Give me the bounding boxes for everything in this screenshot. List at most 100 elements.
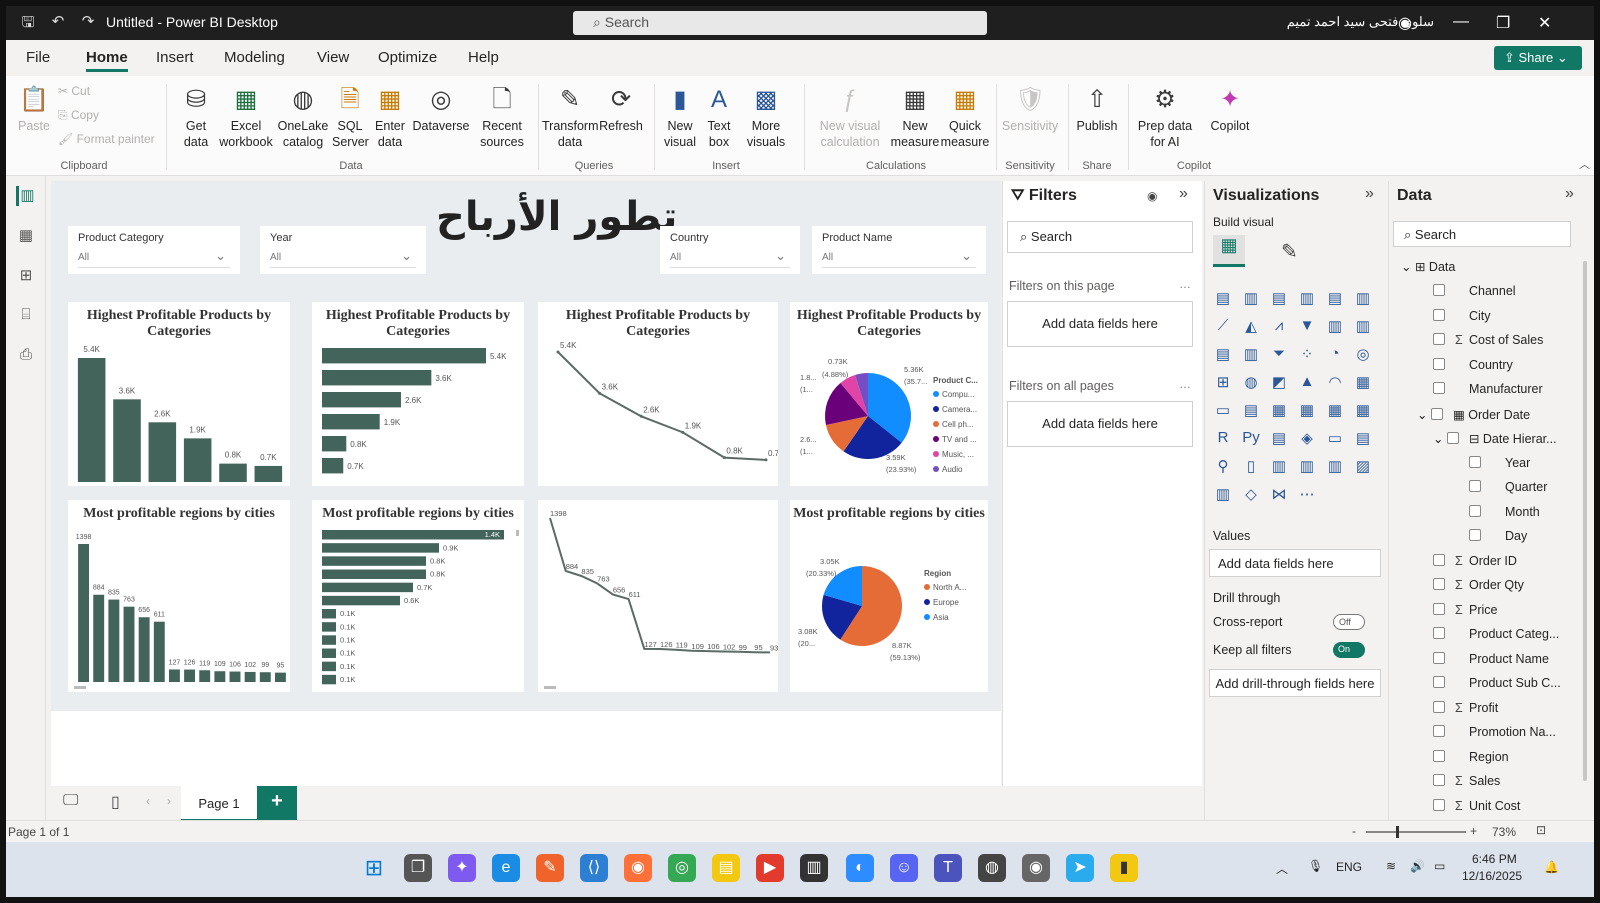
data-field[interactable]: Promotion Na...: [1433, 725, 1556, 739]
dax-query-icon[interactable]: ⌸: [16, 306, 36, 326]
get-data-button[interactable]: ⛁ Get data: [178, 84, 214, 150]
maximize-icon[interactable]: ❐: [1496, 13, 1510, 33]
menu-modeling[interactable]: Modeling: [224, 49, 285, 66]
data-field[interactable]: Region: [1433, 749, 1509, 764]
visual-type-icon[interactable]: ◩: [1269, 373, 1289, 393]
mobile-layout-icon[interactable]: ▯: [111, 792, 120, 812]
visual-type-icon[interactable]: ▤: [1325, 289, 1345, 309]
enter-data-button[interactable]: ▦ Enter data: [372, 84, 408, 150]
close-icon[interactable]: ✕: [1538, 13, 1551, 33]
visual-type-icon[interactable]: ▨: [1353, 457, 1373, 477]
vscode-icon[interactable]: ⟨⟩: [580, 854, 608, 882]
microphone-icon[interactable]: 🎙: [1308, 859, 1323, 873]
redo-icon[interactable]: ↷: [78, 12, 98, 32]
data-field[interactable]: Product Categ...: [1433, 627, 1559, 641]
prep-data-ai-button[interactable]: ⚙ Prep data for AI: [1132, 84, 1198, 150]
visual-type-icon[interactable]: ◠: [1325, 373, 1345, 393]
paste-button[interactable]: 📋 Paste: [14, 84, 54, 134]
visual-type-icon[interactable]: ▼: [1297, 317, 1317, 337]
visual-type-icon[interactable]: R: [1213, 429, 1233, 449]
chart-products-pie[interactable]: Highest Profitable Products by Categorie…: [790, 302, 988, 486]
edge-icon[interactable]: e: [492, 854, 520, 882]
field-checkbox[interactable]: [1433, 308, 1445, 321]
tmdl-view-icon[interactable]: ⎙: [16, 346, 36, 366]
onelake-button[interactable]: ◍ OneLake catalog: [274, 84, 332, 150]
chart-products-line[interactable]: Highest Profitable Products by Categorie…: [538, 302, 778, 486]
chart-regions-line[interactable]: 1398 884 835 763 656 611 127 126 119 109 106 102 99 9…: [538, 500, 778, 692]
add-fields-this-page[interactable]: Add data fields here: [1007, 301, 1193, 347]
clock-date[interactable]: 12/16/2025: [1462, 869, 1522, 883]
save-icon[interactable]: 🖫: [18, 12, 38, 32]
format-painter-button[interactable]: 🖌 Format painter: [58, 132, 155, 146]
chart-regions-pie[interactable]: Most profitable regions by cities Region N…: [790, 500, 988, 692]
visual-type-icon[interactable]: ◍: [1241, 373, 1261, 393]
field-checkbox[interactable]: [1433, 700, 1445, 713]
add-fields-all-pages[interactable]: Add data fields here: [1007, 401, 1193, 447]
visual-type-icon[interactable]: ▥: [1269, 457, 1289, 477]
prev-page-icon[interactable]: ‹: [146, 794, 150, 808]
data-field[interactable]: Σ Order ID: [1433, 553, 1517, 568]
visual-type-icon[interactable]: Py: [1241, 429, 1261, 449]
visual-type-icon[interactable]: ▤: [1269, 429, 1289, 449]
eye-icon[interactable]: ◉: [1147, 189, 1157, 203]
data-field[interactable]: Quarter: [1469, 480, 1547, 494]
add-drill-through-field[interactable]: Add drill-through fields here: [1209, 669, 1381, 697]
field-checkbox[interactable]: [1433, 333, 1445, 345]
tab-page-1[interactable]: Page 1: [181, 786, 257, 822]
windows-start-icon[interactable]: ⊞: [360, 854, 388, 882]
more-visuals-button[interactable]: ▩ More visuals: [740, 84, 792, 150]
visual-type-icon[interactable]: ▭: [1325, 429, 1345, 449]
visual-type-icon[interactable]: ▦: [1353, 373, 1373, 393]
task-view-icon[interactable]: ❐: [404, 854, 432, 882]
data-field[interactable]: Channel: [1433, 284, 1516, 298]
visual-type-icon[interactable]: ▥: [1297, 289, 1317, 309]
data-field[interactable]: Manufacturer: [1433, 382, 1543, 396]
discord-icon[interactable]: ☺: [890, 854, 918, 882]
collapse-ribbon-icon[interactable]: ︿: [1579, 156, 1590, 172]
data-search[interactable]: ⌕ Search: [1393, 221, 1571, 247]
data-field[interactable]: Month: [1469, 504, 1540, 519]
visual-type-icon[interactable]: ⏷: [1269, 345, 1289, 365]
visual-type-icon[interactable]: ◈: [1297, 429, 1317, 449]
transform-data-button[interactable]: ✎ Transform data: [542, 84, 599, 150]
add-page-button[interactable]: +: [257, 786, 297, 820]
visual-type-icon[interactable]: ▤: [1213, 345, 1233, 365]
fit-to-page-icon[interactable]: ⊡: [1536, 823, 1546, 837]
data-field[interactable]: ⌄ ⊟ Date Hierar...: [1433, 431, 1557, 446]
data-field[interactable]: City: [1433, 308, 1491, 323]
visual-type-icon[interactable]: ◔: [1325, 345, 1345, 365]
wifi-icon[interactable]: ≋: [1386, 859, 1396, 873]
cut-button[interactable]: ✂ Cut: [58, 84, 90, 98]
collapse-viz-icon[interactable]: »: [1365, 185, 1374, 203]
field-checkbox[interactable]: [1433, 627, 1445, 639]
menu-help[interactable]: Help: [468, 49, 499, 66]
field-checkbox[interactable]: [1433, 284, 1445, 296]
zoom-out-icon[interactable]: -: [1352, 824, 1356, 838]
sql-button[interactable]: 🗎 SQL Server: [332, 84, 369, 150]
data-field[interactable]: Σ Unit Cost: [1433, 798, 1520, 813]
recent-sources-button[interactable]: 🗋 Recent sources: [474, 84, 530, 150]
copy-button[interactable]: ⎘ Copy: [58, 108, 99, 123]
visual-type-icon[interactable]: ▤: [1353, 429, 1373, 449]
data-table[interactable]: ⌄ ⊞ Data: [1401, 259, 1455, 274]
data-field[interactable]: Day: [1469, 529, 1527, 543]
visual-type-icon[interactable]: ▦: [1325, 401, 1345, 421]
visual-type-icon[interactable]: ▲: [1297, 373, 1317, 393]
copilot-button[interactable]: ✦ Copilot: [1202, 84, 1258, 134]
tray-chevron-icon[interactable]: ︿: [1276, 860, 1288, 877]
refresh-button[interactable]: ⟳ Refresh: [598, 84, 644, 134]
menu-view[interactable]: View: [317, 49, 349, 66]
zoom-slider[interactable]: [1366, 831, 1466, 833]
visual-type-icon[interactable]: ⁘: [1297, 345, 1317, 365]
visual-type-icon[interactable]: ◎: [1353, 345, 1373, 365]
data-scrollbar[interactable]: [1583, 261, 1587, 781]
power-bi-taskbar-icon[interactable]: ▮: [1110, 854, 1138, 882]
data-field[interactable]: Year: [1469, 455, 1530, 470]
chart-regions-column[interactable]: Most profitable regions by cities 1398 884…: [68, 500, 290, 692]
field-checkbox[interactable]: [1433, 725, 1445, 737]
menu-home[interactable]: Home: [86, 49, 128, 72]
filters-search[interactable]: ⌕ Search: [1007, 221, 1193, 253]
field-checkbox[interactable]: [1446, 432, 1459, 444]
sensitivity-button[interactable]: 🛡 Sensitivity: [1000, 84, 1060, 134]
menu-file[interactable]: File: [26, 49, 50, 66]
